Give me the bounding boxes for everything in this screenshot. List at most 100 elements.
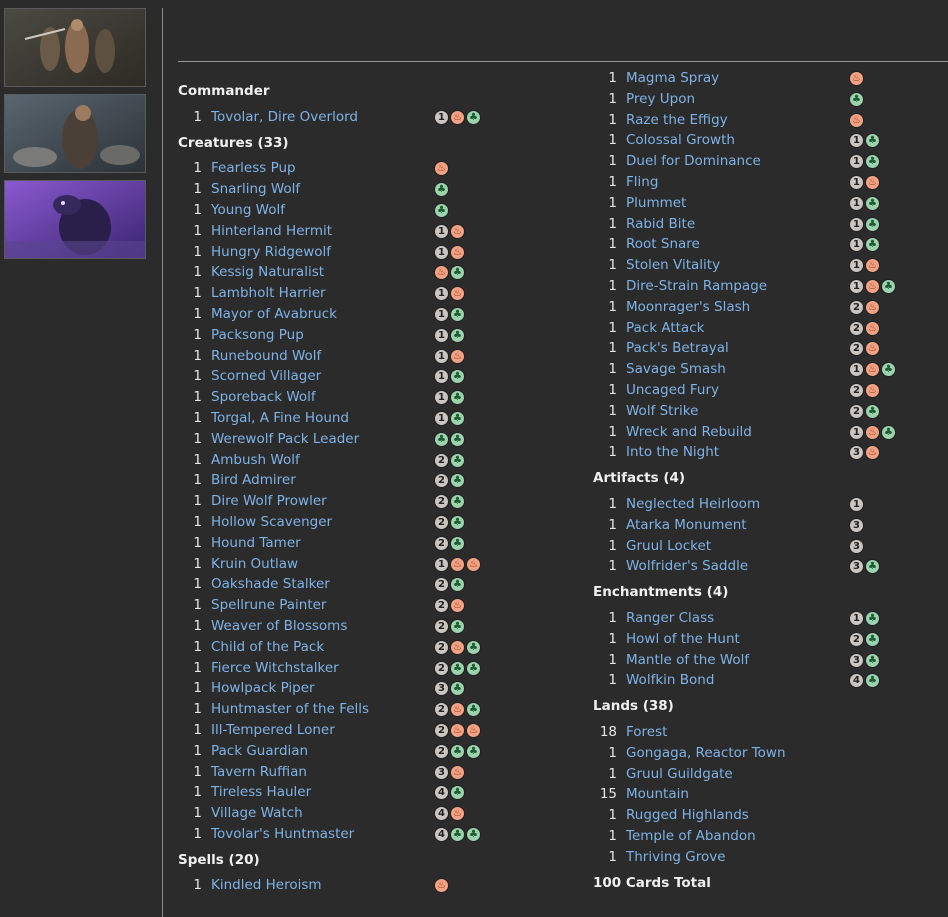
card-name-link[interactable]: Tireless Hauler — [211, 782, 311, 803]
card-name-link[interactable]: Moonrager's Slash — [626, 297, 750, 318]
mana-cost: 2 ♨ ♨ — [434, 722, 481, 738]
green-mana-icon: ♣ — [466, 826, 481, 842]
card-name-link[interactable]: Wolf Strike — [626, 401, 698, 422]
card-name-link[interactable]: Stolen Vitality — [626, 255, 720, 276]
card-name-link[interactable]: Hound Tamer — [211, 533, 301, 554]
card-name-link[interactable]: Root Snare — [626, 234, 700, 255]
card-name-link[interactable]: Raze the Effigy — [626, 110, 728, 131]
card-name-link[interactable]: Thriving Grove — [626, 847, 726, 868]
card-name-link[interactable]: Temple of Abandon — [626, 826, 756, 847]
card-name-link[interactable]: Magma Spray — [626, 68, 719, 89]
card-name-link[interactable]: Gruul Guildgate — [626, 764, 733, 785]
card-art-thumbnail[interactable] — [4, 94, 146, 173]
card-name-link[interactable]: Packsong Pup — [211, 325, 304, 346]
card-name-link[interactable]: Hungry Ridgewolf — [211, 242, 331, 263]
card-name-link[interactable]: Runebound Wolf — [211, 346, 321, 367]
card-name-link[interactable]: Pack's Betrayal — [626, 338, 729, 359]
card-name-link[interactable]: Huntmaster of the Fells — [211, 699, 369, 720]
card-name-link[interactable]: Fling — [626, 172, 658, 193]
card-name-link[interactable]: Ambush Wolf — [211, 450, 300, 471]
card-name-link[interactable]: Fearless Pup — [211, 158, 296, 179]
green-mana-icon: ♣ — [450, 306, 465, 322]
card-name-link[interactable]: Child of the Pack — [211, 637, 324, 658]
header-rule — [178, 61, 948, 62]
card-name-link[interactable]: Kessig Naturalist — [211, 262, 324, 283]
card-name-link[interactable]: Neglected Heirloom — [626, 494, 760, 515]
card-name-link[interactable]: Howlpack Piper — [211, 678, 315, 699]
card-row: 1 Fearless Pup ♨ — [178, 158, 508, 179]
card-name-link[interactable]: Kruin Outlaw — [211, 554, 298, 575]
card-name-link[interactable]: Atarka Monument — [626, 515, 747, 536]
card-name-link[interactable]: Rabid Bite — [626, 214, 695, 235]
card-name-link[interactable]: Spellrune Painter — [211, 595, 326, 616]
generic-mana-icon: 4 — [434, 826, 449, 842]
card-name-link[interactable]: Hinterland Hermit — [211, 221, 332, 242]
card-row: 1 Moonrager's Slash 2 ♨ — [593, 297, 933, 318]
card-name-link[interactable]: Lambholt Harrier — [211, 283, 326, 304]
card-name-link[interactable]: Forest — [626, 722, 667, 743]
card-name-link[interactable]: Gruul Locket — [626, 536, 711, 557]
card-row: 1 Ambush Wolf 2 ♣ — [178, 450, 508, 471]
green-mana-icon: ♣ — [450, 494, 465, 510]
card-name-link[interactable]: Mayor of Avabruck — [211, 304, 337, 325]
card-name-link[interactable]: Wolfrider's Saddle — [626, 556, 748, 577]
card-name-link[interactable]: Dire-Strain Rampage — [626, 276, 767, 297]
card-art-thumbnail[interactable] — [4, 180, 146, 259]
card-name-link[interactable]: Weaver of Blossoms — [211, 616, 347, 637]
card-row: 1 Atarka Monument 3 — [593, 515, 933, 536]
card-name-link[interactable]: Tovolar, Dire Overlord — [211, 107, 358, 128]
card-name-link[interactable]: Wreck and Rebuild — [626, 422, 752, 443]
card-name-link[interactable]: Village Watch — [211, 803, 303, 824]
card-name-link[interactable]: Torgal, A Fine Hound — [211, 408, 349, 429]
card-name-link[interactable]: Savage Smash — [626, 359, 726, 380]
card-name-link[interactable]: Rugged Highlands — [626, 805, 749, 826]
card-name-link[interactable]: Dire Wolf Prowler — [211, 491, 327, 512]
card-name-link[interactable]: Tavern Ruffian — [211, 762, 307, 783]
green-mana-icon: ♣ — [881, 362, 896, 378]
card-quantity: 1 — [193, 430, 202, 447]
card-name-link[interactable]: Prey Upon — [626, 89, 695, 110]
card-name-link[interactable]: Bird Admirer — [211, 470, 296, 491]
card-name-link[interactable]: Snarling Wolf — [211, 179, 300, 200]
generic-mana-icon: 1 — [849, 133, 864, 149]
mana-cost: 1 ♣ — [434, 390, 465, 406]
card-row: 1 Howlpack Piper 3 ♣ — [178, 678, 508, 699]
card-name-link[interactable]: Sporeback Wolf — [211, 387, 316, 408]
card-quantity: 1 — [608, 153, 617, 170]
mana-cost: 2 ♣ — [434, 452, 465, 468]
card-name-link[interactable]: Into the Night — [626, 442, 719, 463]
card-name-link[interactable]: Colossal Growth — [626, 130, 735, 151]
red-mana-icon: ♨ — [450, 109, 465, 125]
card-name-link[interactable]: Scorned Villager — [211, 366, 321, 387]
card-name-link[interactable]: Werewolf Pack Leader — [211, 429, 359, 450]
mana-cost: 1 ♨ ♣ — [434, 109, 481, 125]
card-name-link[interactable]: Mountain — [626, 784, 689, 805]
card-name-link[interactable]: Ill-Tempered Loner — [211, 720, 335, 741]
card-art-thumbnail[interactable] — [4, 8, 146, 87]
green-mana-icon: ♣ — [849, 91, 864, 107]
card-name-link[interactable]: Fierce Witchstalker — [211, 658, 339, 679]
card-name-link[interactable]: Uncaged Fury — [626, 380, 719, 401]
generic-mana-icon: 2 — [434, 514, 449, 530]
card-name-link[interactable]: Howl of the Hunt — [626, 629, 740, 650]
red-mana-icon: ♨ — [865, 258, 880, 274]
card-name-link[interactable]: Hollow Scavenger — [211, 512, 332, 533]
card-name-link[interactable]: Pack Guardian — [211, 741, 308, 762]
card-quantity: 1 — [608, 236, 617, 253]
card-quantity: 1 — [193, 493, 202, 510]
card-name-link[interactable]: Duel for Dominance — [626, 151, 761, 172]
card-name-link[interactable]: Oakshade Stalker — [211, 574, 330, 595]
generic-mana-icon: 2 — [434, 577, 449, 593]
card-name-link[interactable]: Kindled Heroism — [211, 875, 322, 896]
card-name-link[interactable]: Wolfkin Bond — [626, 670, 714, 691]
generic-mana-icon: 1 — [849, 258, 864, 274]
card-name-link[interactable]: Gongaga, Reactor Town — [626, 743, 786, 764]
card-art-sidebar — [0, 0, 162, 917]
card-name-link[interactable]: Plummet — [626, 193, 686, 214]
card-name-link[interactable]: Tovolar's Huntmaster — [211, 824, 354, 845]
card-name-link[interactable]: Young Wolf — [211, 200, 285, 221]
card-name-link[interactable]: Mantle of the Wolf — [626, 650, 749, 671]
card-name-link[interactable]: Ranger Class — [626, 608, 714, 629]
card-quantity: 1 — [193, 108, 202, 125]
card-name-link[interactable]: Pack Attack — [626, 318, 704, 339]
